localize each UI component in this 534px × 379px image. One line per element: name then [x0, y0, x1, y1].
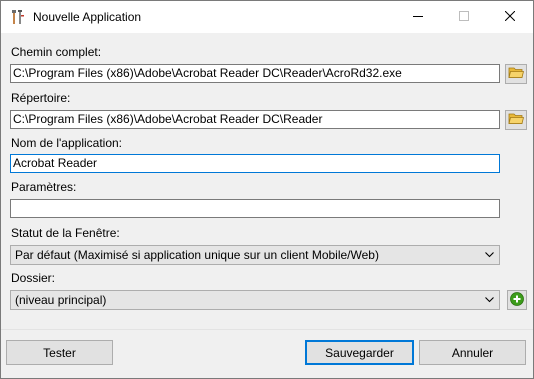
folder-icon — [508, 66, 525, 82]
window-state-value: Par défaut (Maximisé si application uniq… — [15, 248, 379, 262]
browse-full-path-button[interactable] — [505, 64, 527, 84]
folder-select[interactable]: (niveau principal) — [10, 290, 500, 310]
folder-icon — [508, 112, 525, 128]
directory-field[interactable]: C:\Program Files (x86)\Adobe\Acrobat Rea… — [10, 110, 500, 129]
full-path-label: Chemin complet: — [11, 45, 102, 59]
window-state-label: Statut de la Fenêtre: — [11, 226, 120, 240]
close-icon — [504, 10, 516, 24]
minimize-icon — [413, 10, 423, 24]
app-name-field[interactable]: Acrobat Reader — [10, 154, 500, 173]
footer-separator — [1, 329, 533, 330]
title-bar[interactable]: Nouvelle Application — [1, 1, 533, 33]
parameters-field[interactable] — [10, 199, 500, 218]
maximize-icon — [459, 10, 469, 24]
test-button[interactable]: Tester — [6, 340, 113, 365]
parameters-label: Paramètres: — [11, 180, 77, 194]
window-state-select[interactable]: Par défaut (Maximisé si application uniq… — [10, 245, 500, 265]
save-button[interactable]: Sauvegarder — [305, 340, 414, 365]
cancel-button[interactable]: Annuler — [419, 340, 526, 365]
folder-label: Dossier: — [11, 271, 56, 285]
folder-value: (niveau principal) — [15, 293, 107, 307]
window-title: Nouvelle Application — [33, 10, 142, 24]
maximize-button[interactable] — [441, 1, 487, 33]
browse-directory-button[interactable] — [505, 110, 527, 130]
close-button[interactable] — [487, 1, 533, 33]
tools-icon — [10, 9, 26, 25]
plus-circle-icon — [510, 291, 524, 309]
directory-label: Répertoire: — [11, 91, 71, 105]
chevron-down-icon — [485, 246, 494, 264]
minimize-button[interactable] — [395, 1, 441, 33]
app-name-label: Nom de l'application: — [11, 136, 123, 150]
full-path-field[interactable]: C:\Program Files (x86)\Adobe\Acrobat Rea… — [10, 64, 500, 83]
dialog-window: Nouvelle Application Chemin complet: C:\… — [0, 0, 534, 379]
chevron-down-icon — [485, 291, 494, 309]
add-folder-button[interactable] — [507, 290, 527, 310]
